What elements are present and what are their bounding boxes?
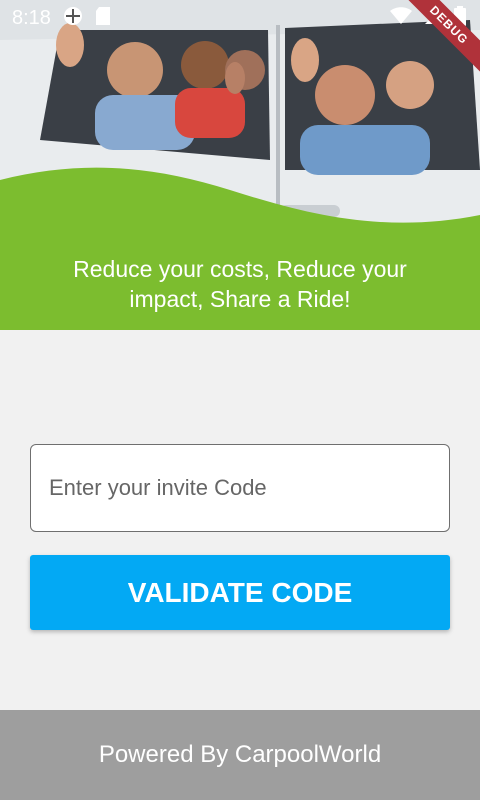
sd-card-icon [95,6,111,31]
invite-code-input[interactable] [30,444,450,532]
validate-code-button[interactable]: VALIDATE CODE [30,555,450,630]
hero-banner: Reduce your costs, Reduce your impact, S… [0,0,480,330]
status-bar: 8:18 [0,0,480,36]
wifi-icon [390,6,412,30]
footer-text: Powered By CarpoolWorld [98,741,382,768]
data-saver-icon [63,6,83,31]
footer: Powered By CarpoolWorld [0,710,480,800]
status-time: 8:18 [12,6,51,29]
tagline-text: Reduce your costs, Reduce your impact, S… [73,256,407,312]
